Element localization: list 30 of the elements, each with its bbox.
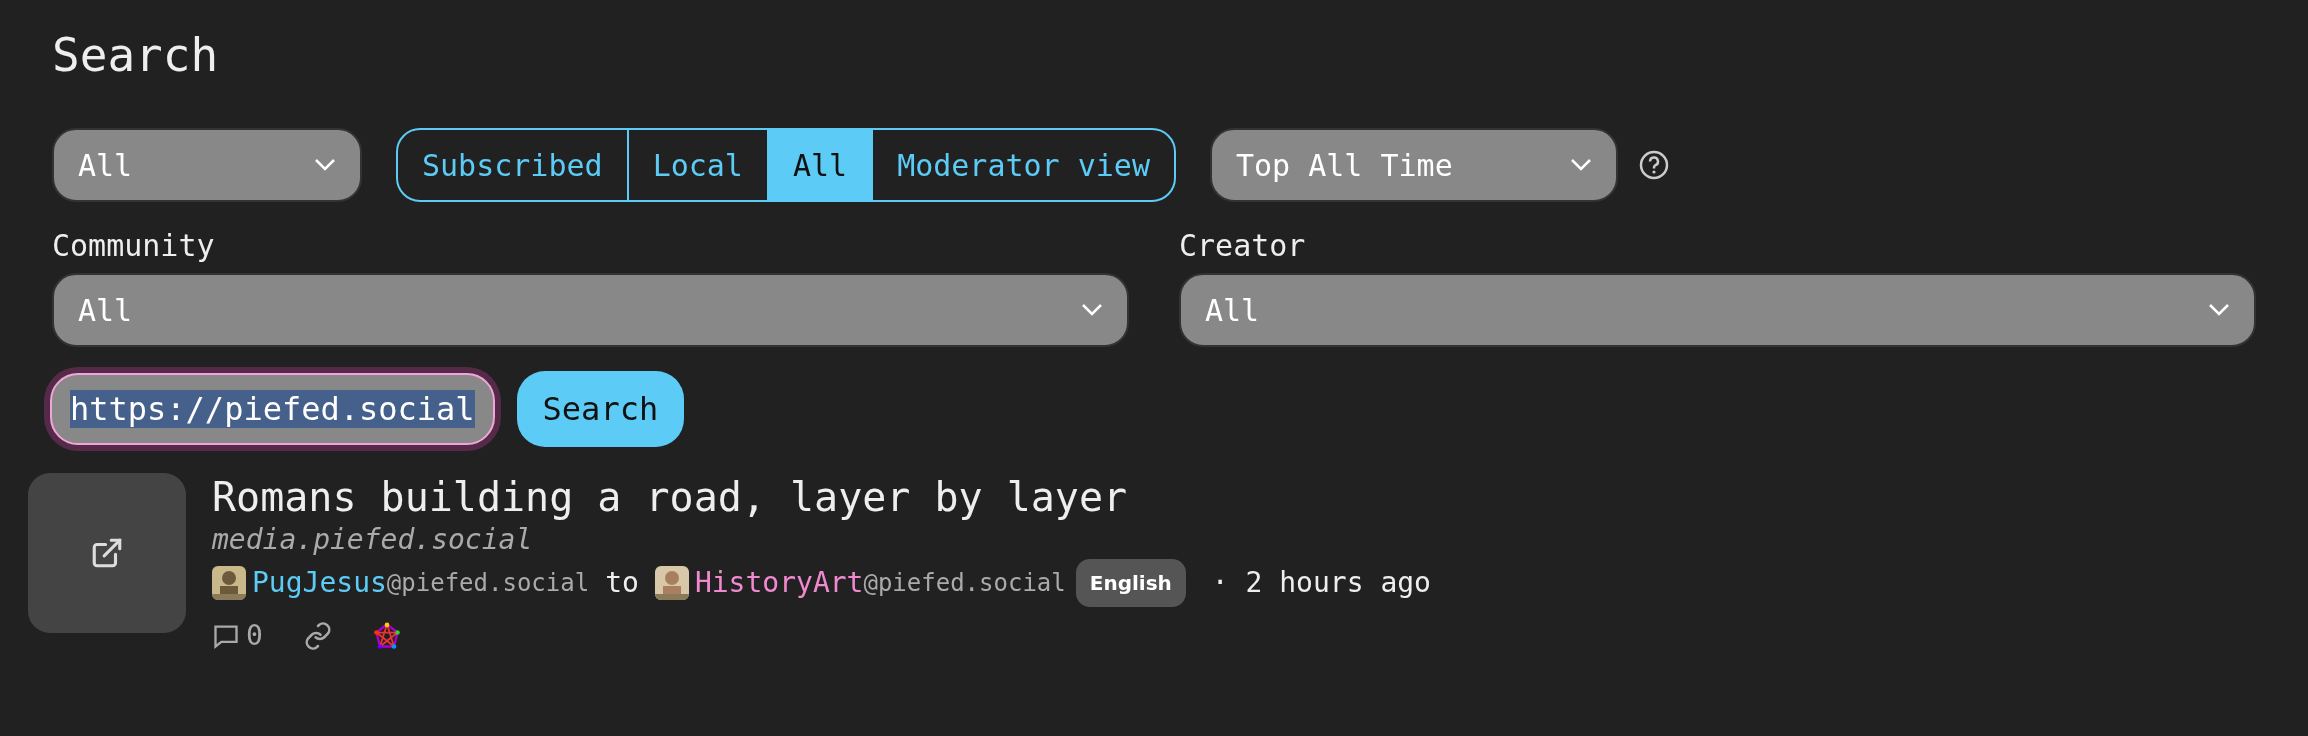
search-button[interactable]: Search (516, 371, 685, 447)
fediverse-icon[interactable] (372, 621, 401, 650)
type-select[interactable]: All (52, 128, 362, 202)
comments-link[interactable]: 0 (212, 619, 263, 652)
filter-label: Community (52, 228, 216, 263)
feed-tab[interactable]: Moderator view (871, 130, 1174, 200)
search-field[interactable]: https://piefed.social (50, 373, 495, 445)
filter-select[interactable]: All (52, 273, 1129, 347)
community-link[interactable]: HistoryArt (694, 563, 864, 603)
filter-label: Creator (1179, 228, 1307, 263)
chevron-down-icon (314, 158, 336, 172)
post-time: · 2 hours ago (1211, 565, 1431, 601)
author-instance: @piefed.social (386, 568, 590, 599)
external-link-icon (90, 536, 124, 570)
post-title[interactable]: Romans building a road, layer by layer (212, 473, 1441, 521)
author-link[interactable]: PugJesus (252, 563, 387, 603)
chevron-down-icon (2208, 303, 2230, 317)
post-domain: media.piefed.social (212, 522, 534, 558)
page-title: Search (52, 28, 220, 82)
help-icon[interactable] (1638, 149, 1670, 181)
sort-select[interactable]: Top All Time (1210, 128, 1618, 202)
link-thumbnail[interactable] (28, 473, 186, 633)
language-tag: English (1075, 559, 1186, 607)
chevron-down-icon (1570, 158, 1592, 172)
community-instance: @piefed.social (863, 568, 1066, 599)
feed-tab[interactable]: Subscribed (398, 130, 627, 200)
to-text: to (605, 565, 639, 601)
chevron-down-icon (1081, 303, 1103, 317)
feed-tab[interactable]: All (766, 130, 872, 200)
filter-select[interactable]: All (1179, 273, 2256, 347)
